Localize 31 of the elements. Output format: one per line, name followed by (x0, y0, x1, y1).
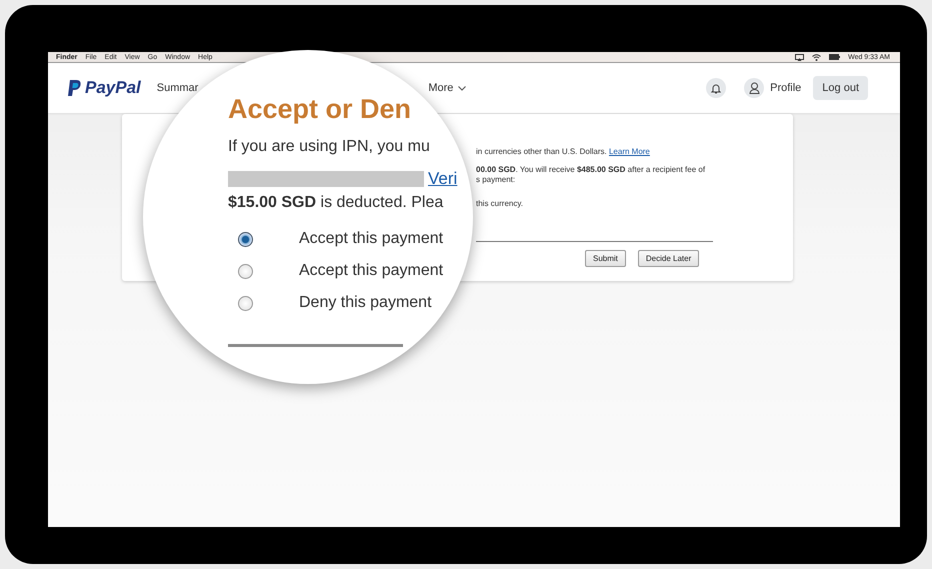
wifi-icon[interactable] (812, 54, 822, 60)
intro-text: If you are using IPN, you mu (228, 137, 430, 157)
option-label: Accept this payment (299, 262, 444, 280)
body-text: in currencies other than U.S. Dollars. Learn More (476, 147, 651, 157)
action-button[interactable]: Decide Later (638, 250, 700, 267)
option-label: Accept this payment (299, 230, 444, 248)
option-label: Deny this payment (299, 294, 432, 312)
radio-button[interactable] (238, 232, 253, 246)
body-text: this currency. (476, 199, 524, 209)
nav-link[interactable]: More (428, 82, 466, 94)
paypal-brand[interactable]: PayPal (85, 78, 141, 98)
log-out-button[interactable]: Log out (813, 76, 868, 100)
nav-link[interactable]: Summar (156, 82, 198, 94)
page-heading: Accept or Den (228, 93, 412, 126)
radio-button[interactable] (238, 264, 253, 278)
radio-option[interactable]: Deny this payment (228, 292, 432, 314)
radio-button[interactable] (238, 296, 253, 310)
fee-text: $15.00 SGD is deducted. Plea (228, 193, 444, 213)
battery-icon[interactable] (829, 54, 840, 60)
user-icon (744, 78, 764, 98)
radio-option[interactable]: Accept this payment (228, 260, 444, 282)
learn-more-link[interactable]: Learn More (608, 147, 650, 156)
verify-link[interactable]: Veri (428, 169, 458, 189)
radio-option[interactable]: Accept this payment (228, 228, 444, 250)
profile-link[interactable]: Profile (744, 78, 802, 98)
paypal-logo-icon (68, 80, 82, 96)
body-text: 00.00 SGD. You will receive $485.00 SGD after a recipient fee of (476, 165, 706, 175)
action-button[interactable]: Submit (585, 250, 626, 267)
airplay-icon[interactable] (795, 54, 804, 60)
notification-bell-icon[interactable] (706, 78, 726, 98)
body-text: s payment: (476, 175, 516, 185)
